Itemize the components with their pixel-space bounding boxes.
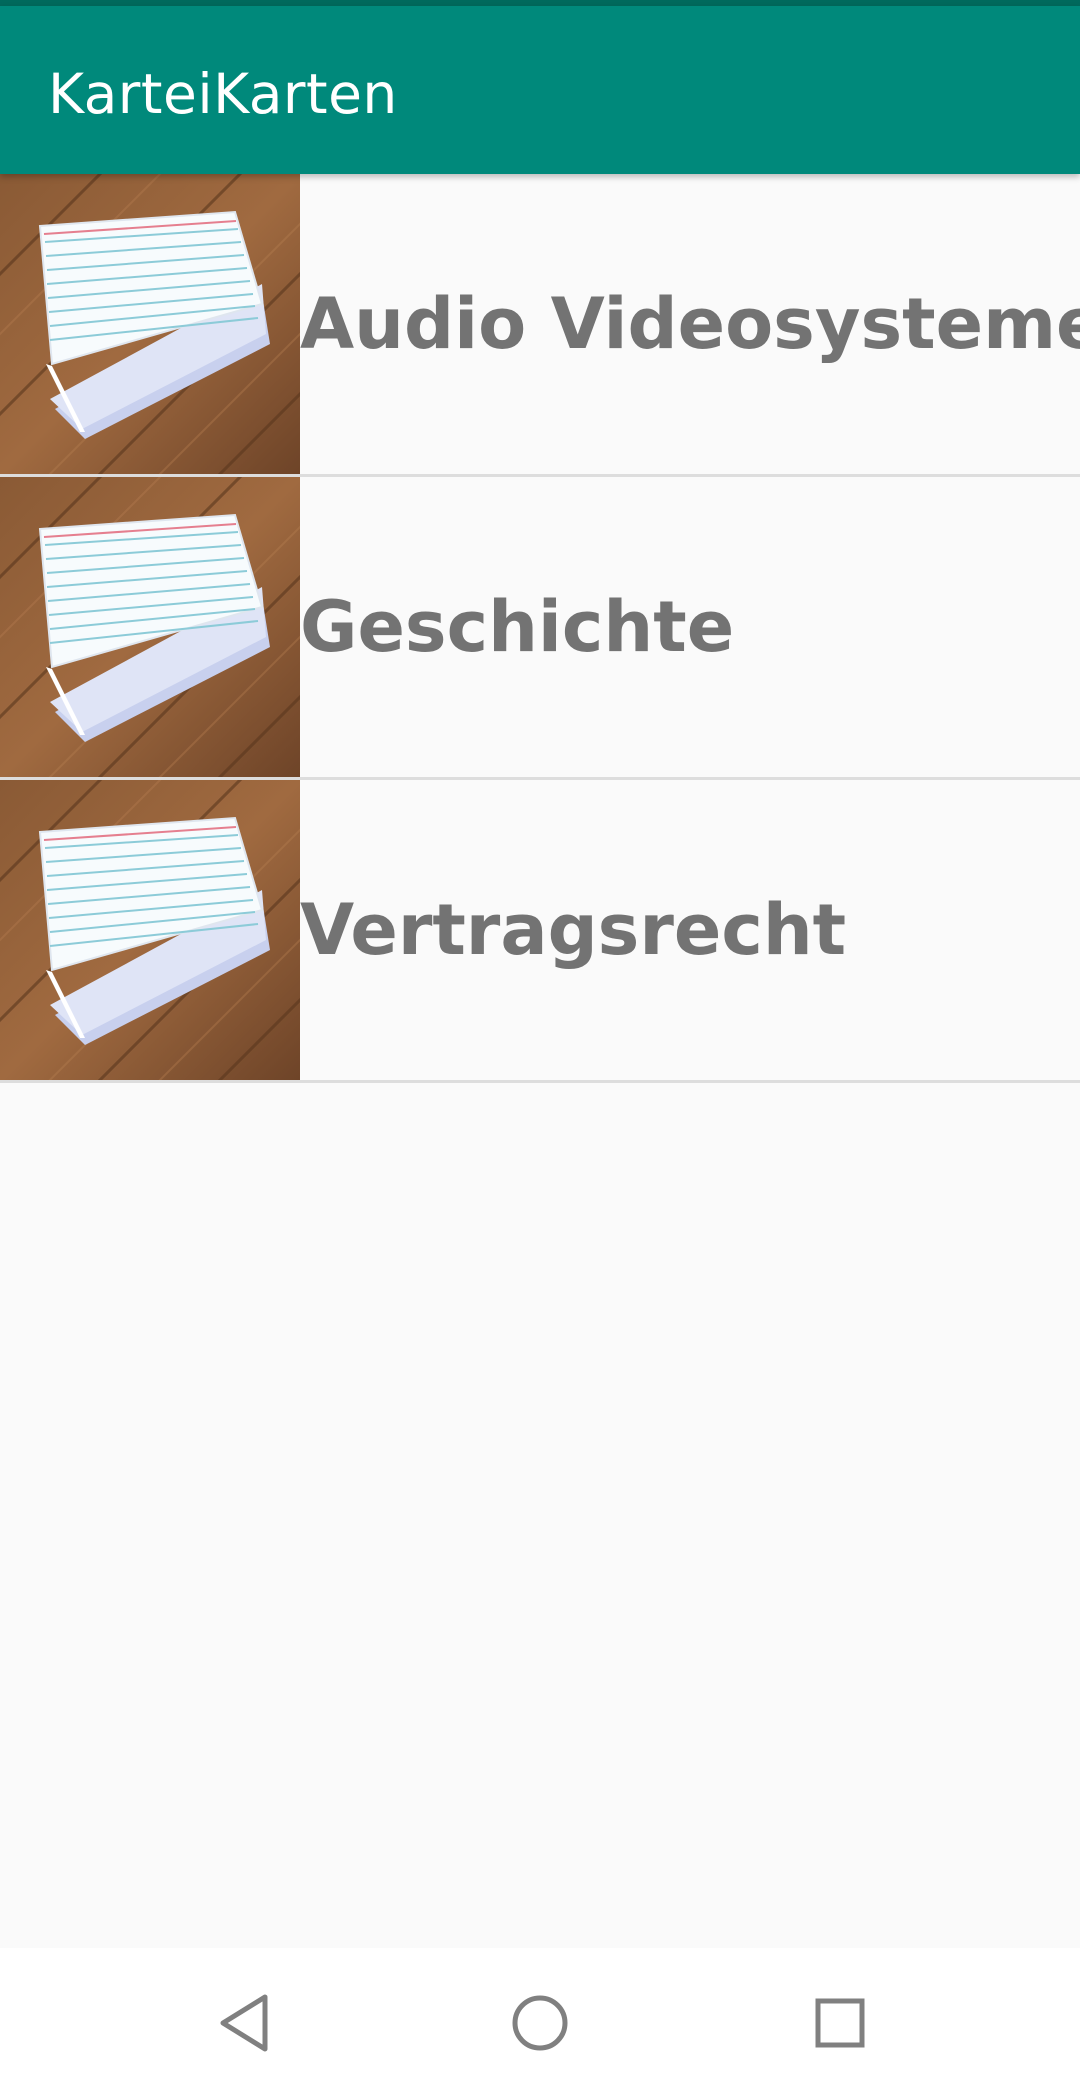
home-button[interactable] (495, 1978, 585, 2068)
recents-square-icon (815, 1998, 865, 2048)
deck-label: Audio Videosysteme (300, 283, 1080, 365)
back-triangle-icon (220, 1994, 268, 2052)
deck-list-item[interactable]: Vertragsrecht (0, 780, 1080, 1083)
app-title: KarteiKarten (48, 62, 398, 126)
deck-list-item[interactable]: Audio Videosysteme (0, 174, 1080, 477)
back-button[interactable] (200, 1978, 290, 2068)
app-bar: KarteiKarten (0, 6, 1080, 174)
deck-list-item[interactable]: Geschichte (0, 477, 1080, 780)
index-cards-thumbnail (0, 780, 300, 1080)
index-cards-thumbnail (0, 477, 300, 777)
home-circle-icon (512, 1995, 568, 2051)
deck-label: Geschichte (300, 586, 735, 668)
deck-list: Audio Videosysteme Geschichte Vertragsre… (0, 174, 1080, 1083)
system-navigation-bar (0, 1948, 1080, 2094)
index-cards-thumbnail (0, 174, 300, 474)
recents-button[interactable] (795, 1978, 885, 2068)
deck-label: Vertragsrecht (300, 889, 847, 971)
